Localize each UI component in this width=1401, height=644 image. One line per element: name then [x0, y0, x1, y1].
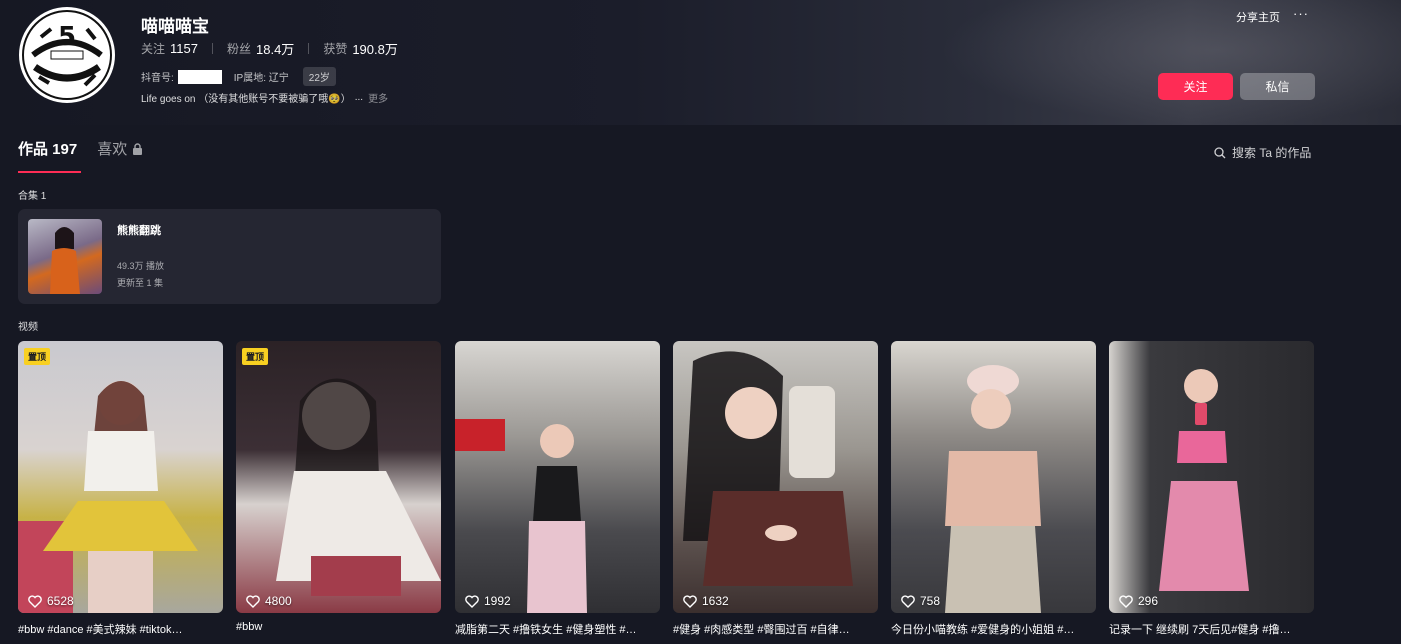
- collection-thumbnail-image: [50, 227, 80, 294]
- profile-name: 喵喵喵宝: [141, 17, 209, 36]
- video-likes-count: 6528: [47, 594, 74, 608]
- pinned-badge: 置顶: [24, 348, 51, 365]
- video-card[interactable]: 1632: [673, 341, 878, 613]
- douyin-id-redacted: [177, 69, 222, 84]
- video-likes-count: 1632: [702, 594, 729, 608]
- heart-icon: [465, 594, 479, 608]
- video-description[interactable]: 今日份小喵教练 #爱健身的小姐姐 #…: [891, 621, 1096, 637]
- video-likes: 4800: [246, 594, 292, 608]
- share-profile-link[interactable]: 分享主页: [1236, 9, 1280, 25]
- video-likes: 6528: [28, 594, 74, 608]
- lock-icon: [133, 142, 143, 155]
- search-works-label: 搜索 Ta 的作品: [1232, 146, 1312, 160]
- tab-likes-label: 喜欢: [97, 141, 128, 158]
- following-label: 关注: [141, 42, 166, 56]
- age-badge: 22岁: [302, 67, 336, 86]
- video-thumbnail-image: [455, 419, 587, 613]
- pinned-badge: 置顶: [242, 348, 269, 365]
- follow-button[interactable]: 关注: [1158, 73, 1233, 100]
- collection-updated: 更新至 1 集: [117, 278, 164, 288]
- video-thumbnail-image: [18, 381, 198, 613]
- profile-bio: Life goes on （没有其他账号不要被骗了哦🥺） ... 更多: [141, 90, 388, 105]
- followers-count[interactable]: 18.4万: [256, 39, 294, 58]
- likes-received-count: 190.8万: [352, 42, 398, 57]
- video-description[interactable]: #健身 #肉感类型 #臀围过百 #自律…: [673, 621, 878, 637]
- ip-location: IP属地: 辽宁: [233, 73, 289, 84]
- video-card[interactable]: 置顶 4800: [236, 341, 441, 613]
- collection-thumbnail: [28, 219, 102, 294]
- video-thumbnail: [673, 341, 878, 613]
- video-likes-count: 4800: [265, 594, 292, 608]
- more-options-icon[interactable]: ···: [1293, 6, 1309, 21]
- video-likes-count: 1992: [484, 594, 511, 608]
- video-likes: 1632: [683, 594, 729, 608]
- videos-section-label: 视频: [18, 322, 38, 333]
- video-thumbnail: [455, 341, 660, 613]
- bio-more-link[interactable]: 更多: [368, 90, 388, 105]
- heart-icon: [1119, 594, 1133, 608]
- video-card[interactable]: 758: [891, 341, 1096, 613]
- heart-icon: [28, 594, 42, 608]
- tab-works-label: 作品 197: [18, 141, 78, 158]
- bio-ellipsis: ...: [354, 92, 364, 103]
- collection-plays: 49.3万 播放: [117, 261, 165, 271]
- profile-banner: [0, 0, 1401, 125]
- profile-stats: 关注 1157 粉丝 18.4万 获赞 190.8万: [141, 39, 412, 58]
- video-card[interactable]: 296: [1109, 341, 1314, 613]
- stat-divider: [211, 43, 213, 54]
- following-count[interactable]: 1157: [170, 41, 198, 56]
- profile-tabs: 作品 197 喜欢: [18, 138, 143, 173]
- collection-card[interactable]: 熊熊翻跳 49.3万 播放 更新至 1 集: [18, 209, 441, 304]
- tab-works[interactable]: 作品 197: [18, 138, 82, 173]
- tab-likes[interactable]: 喜欢: [97, 138, 143, 173]
- video-thumbnail-image: [1159, 369, 1249, 591]
- video-card[interactable]: 1992: [455, 341, 660, 613]
- video-likes: 296: [1119, 594, 1158, 608]
- video-likes: 1992: [465, 594, 511, 608]
- video-thumbnail: [18, 341, 223, 613]
- video-thumbnail-image: [945, 365, 1041, 613]
- video-description[interactable]: #bbw #dance #美式辣妹 #tiktok…: [18, 621, 223, 637]
- douyin-id-label: 抖音号:: [141, 73, 174, 84]
- likes-received-label: 获赞: [323, 42, 348, 56]
- video-likes: 758: [901, 594, 940, 608]
- bio-text: Life goes on （没有其他账号不要被骗了哦🥺）: [141, 94, 351, 105]
- heart-icon: [901, 594, 915, 608]
- heart-icon: [246, 594, 260, 608]
- search-icon: [1214, 146, 1226, 158]
- video-likes-count: 296: [1138, 594, 1159, 608]
- heart-icon: [683, 594, 697, 608]
- svg-text:5: 5: [58, 22, 76, 52]
- search-works-button[interactable]: 搜索 Ta 的作品: [1214, 144, 1311, 161]
- profile-meta: 抖音号: IP属地: 辽宁 22岁: [141, 67, 336, 86]
- video-thumbnail: [236, 341, 441, 613]
- avatar[interactable]: 5: [19, 7, 115, 103]
- avatar-logo-icon: 5: [22, 10, 112, 100]
- video-thumbnail: [1109, 341, 1314, 613]
- video-thumbnail-image: [683, 351, 853, 586]
- collection-title: 熊熊翻跳: [117, 225, 161, 237]
- video-description[interactable]: 记录一下 继续刷 7天后见#健身 #撸…: [1109, 621, 1314, 637]
- video-description[interactable]: #bbw: [236, 621, 441, 633]
- video-description[interactable]: 减脂第二天 #撸铁女生 #健身塑性 #…: [455, 621, 660, 637]
- video-thumbnail-image: [276, 378, 441, 596]
- video-card[interactable]: 置顶 6528: [18, 341, 223, 613]
- message-button[interactable]: 私信: [1240, 73, 1315, 100]
- video-thumbnail: [891, 341, 1096, 613]
- collections-section-label: 合集 1: [18, 191, 47, 202]
- stat-divider: [308, 43, 310, 54]
- followers-label: 粉丝: [226, 42, 251, 56]
- video-likes-count: 758: [920, 594, 941, 608]
